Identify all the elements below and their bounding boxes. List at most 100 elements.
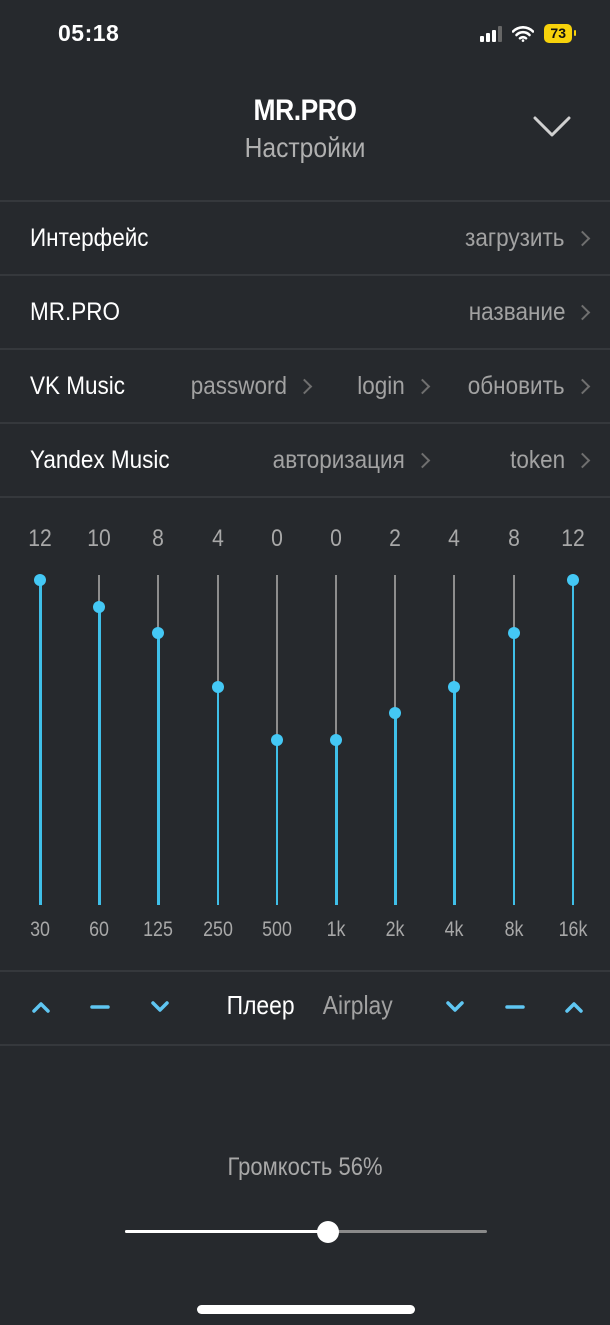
eq-slider-knob[interactable]: [93, 600, 106, 613]
airplay-tab[interactable]: Airplay: [323, 990, 393, 1021]
eq-band-16k: 12 16k: [553, 520, 593, 960]
yandex-token-link[interactable]: token: [504, 446, 592, 475]
vk-password-label: password: [190, 371, 287, 400]
status-time: 05:18: [58, 20, 120, 46]
right-up-button[interactable]: [559, 992, 589, 1022]
header: MR.PRO Настройки: [0, 90, 610, 200]
chevron-down-icon: [151, 1001, 169, 1012]
eq-band-250: 4 250: [198, 520, 238, 960]
yandex-token-label: token: [509, 445, 565, 474]
volume-fill: [125, 1230, 328, 1233]
eq-band-1k: 0 1k: [316, 520, 356, 960]
eq-slider-fill: [512, 633, 516, 905]
player-controls-row: Плеер Airplay: [0, 972, 610, 1044]
vk-label: VK Music: [30, 371, 126, 400]
eq-frequency-label: 16k: [558, 918, 588, 941]
minus-icon: [505, 1005, 525, 1009]
eq-value-label: 12: [561, 525, 585, 552]
eq-slider-knob[interactable]: [448, 680, 461, 693]
vk-login-label: login: [357, 371, 405, 400]
page-subtitle: Настройки: [244, 132, 366, 163]
right-down-button[interactable]: [440, 992, 470, 1022]
yandex-auth-link[interactable]: авторизация: [258, 446, 432, 475]
settings-row-yandex: Yandex Music авторизация token: [0, 424, 610, 496]
eq-slider-fill: [39, 580, 42, 905]
divider: [0, 496, 610, 498]
status-bar: 05:18 73: [0, 0, 610, 70]
chevron-right-icon: [574, 230, 591, 246]
chevron-right-icon: [296, 378, 313, 394]
equalizer: 12 30 10 60 8 125 4 250 0 500 0 1k 2 2k 4 4k 8 8k 12 16k: [0, 520, 610, 960]
minus-icon: [90, 1005, 110, 1009]
eq-slider-fill: [394, 713, 397, 905]
eq-band-125: 8 125: [138, 520, 178, 960]
eq-slider-knob[interactable]: [211, 680, 224, 693]
eq-slider-fill: [453, 686, 456, 905]
eq-frequency-label: 500: [261, 918, 292, 941]
eq-band-30: 12 30: [20, 520, 60, 960]
vk-refresh-link[interactable]: обновить: [457, 372, 592, 401]
chevron-right-icon: [414, 378, 431, 394]
wifi-icon: [512, 25, 535, 42]
eq-slider-knob[interactable]: [270, 734, 283, 746]
eq-value-label: 8: [507, 525, 520, 552]
eq-value-label: 2: [389, 525, 402, 552]
interface-load-label: загрузить: [465, 223, 565, 252]
left-up-button[interactable]: [26, 992, 56, 1022]
eq-slider-fill: [216, 686, 220, 905]
player-tab[interactable]: Плеер: [227, 990, 295, 1021]
eq-slider-fill: [571, 580, 575, 905]
mrpro-name-link[interactable]: название: [458, 298, 592, 327]
left-reset-button[interactable]: [85, 992, 115, 1022]
eq-value-label: 0: [270, 525, 283, 552]
eq-slider-fill: [157, 633, 160, 905]
eq-slider-knob[interactable]: [389, 707, 402, 720]
eq-frequency-label: 250: [202, 918, 233, 941]
eq-frequency-label: 8k: [504, 918, 524, 941]
eq-value-label: 8: [152, 525, 165, 552]
eq-slider-knob[interactable]: [152, 627, 165, 640]
divider: [0, 1044, 610, 1046]
settings-row-interface: Интерфейс загрузить: [0, 202, 610, 274]
vk-password-link[interactable]: password: [180, 372, 314, 401]
vk-login-link[interactable]: login: [352, 372, 432, 401]
home-indicator[interactable]: [197, 1305, 415, 1314]
eq-value-label: 4: [211, 525, 224, 552]
settings-row-mrpro: MR.PRO название: [0, 276, 610, 348]
chevron-down-icon: [446, 1001, 464, 1012]
eq-value-label: 10: [87, 525, 111, 552]
volume-knob[interactable]: [316, 1221, 339, 1243]
chevron-right-icon: [574, 304, 591, 320]
chevron-right-icon: [574, 452, 591, 468]
right-reset-button[interactable]: [500, 992, 530, 1022]
chevron-up-icon: [565, 1002, 583, 1013]
eq-slider-knob[interactable]: [330, 734, 342, 746]
eq-band-4k: 4 4k: [434, 520, 474, 960]
eq-slider-knob[interactable]: [566, 574, 579, 586]
collapse-button[interactable]: [532, 112, 572, 142]
mrpro-name-label: название: [468, 297, 565, 326]
volume-slider[interactable]: [125, 1221, 487, 1243]
yandex-label: Yandex Music: [30, 445, 170, 474]
eq-frequency-label: 1k: [326, 918, 346, 941]
chevron-up-icon: [32, 1002, 50, 1013]
eq-frequency-label: 2k: [385, 918, 405, 941]
eq-value-label: 4: [448, 525, 461, 552]
chevron-right-icon: [414, 452, 431, 468]
eq-band-500: 0 500: [257, 520, 297, 960]
eq-slider-knob[interactable]: [507, 627, 520, 640]
chevron-down-icon: [533, 116, 571, 137]
left-down-button[interactable]: [145, 992, 175, 1022]
interface-label: Интерфейс: [30, 223, 149, 252]
eq-band-60: 10 60: [79, 520, 119, 960]
eq-slider-fill: [335, 740, 338, 905]
interface-load-link[interactable]: загрузить: [454, 224, 592, 253]
settings-row-vk: VK Music password login обновить: [0, 350, 610, 422]
cellular-signal-icon: [480, 25, 503, 42]
eq-slider-fill: [275, 740, 279, 905]
yandex-auth-label: авторизация: [272, 445, 405, 474]
vk-refresh-label: обновить: [468, 371, 565, 400]
app-title: MR.PRO: [253, 94, 357, 127]
eq-slider-knob[interactable]: [34, 574, 46, 586]
chevron-right-icon: [574, 378, 591, 394]
